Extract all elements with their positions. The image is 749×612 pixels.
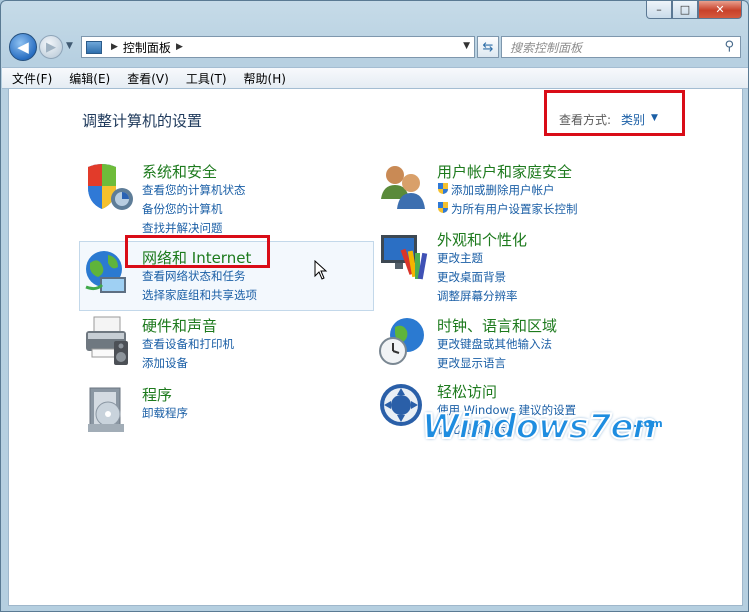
mouse-cursor-icon [314, 260, 328, 280]
category-title[interactable]: 轻松访问 [437, 381, 497, 402]
refresh-button[interactable]: ⇆ [477, 36, 499, 58]
printer-icon[interactable] [82, 315, 134, 367]
menu-edit[interactable]: 编辑(E) [69, 70, 110, 87]
view-by-label: 查看方式: [559, 113, 612, 127]
menu-help[interactable]: 帮助(H) [244, 70, 286, 87]
category-appearance: 外观和个性化 更改主题 更改桌面背景 调整屏幕分辨率 [377, 229, 677, 304]
navigation-bar: ◀ ▶ ▼ ▶ 控制面板 ▶ ▼ ⇆ 搜索控制面板 ⚲ [9, 33, 742, 61]
address-dropdown-icon[interactable]: ▼ [463, 41, 470, 51]
network-title-highlight [125, 235, 270, 268]
category-system-security: 系统和安全 查看您的计算机状态 备份您的计算机 查找并解决问题 [82, 161, 342, 236]
control-panel-window: – □ ✕ ◀ ▶ ▼ ▶ 控制面板 ▶ ▼ ⇆ 搜索控制面板 ⚲ 文件(F) … [0, 0, 749, 612]
users-icon[interactable] [377, 161, 429, 213]
category-link[interactable]: 卸载程序 [142, 405, 188, 421]
clock-globe-icon[interactable] [377, 315, 429, 367]
category-clock-language-region: 时钟、语言和区域 更改键盘或其他输入法 更改显示语言 [377, 315, 677, 370]
category-user-accounts: 用户帐户和家庭安全 添加或删除用户帐户 为所有用户设置家长控制 [377, 161, 677, 221]
address-bar[interactable]: ▶ 控制面板 ▶ ▼ [81, 36, 475, 58]
category-title[interactable]: 用户帐户和家庭安全 [437, 161, 572, 182]
category-title[interactable]: 硬件和声音 [142, 315, 217, 336]
caption-buttons: – □ ✕ [646, 1, 742, 19]
category-link[interactable]: 为所有用户设置家长控制 [451, 201, 578, 217]
uac-shield-icon [438, 202, 448, 213]
breadcrumb-control-panel[interactable]: 控制面板 [123, 39, 171, 56]
content-area: 调整计算机的设置 查看方式: 类别 ▼ 系统和安全 查看您的计算机状态 备份您的… [8, 89, 743, 606]
forward-button[interactable]: ▶ [39, 35, 63, 59]
category-programs: 程序 卸载程序 [82, 384, 342, 434]
close-button[interactable]: ✕ [698, 1, 742, 19]
search-input[interactable]: 搜索控制面板 ⚲ [501, 36, 741, 58]
control-panel-icon [86, 40, 102, 54]
menu-bar: 文件(F) 编辑(E) 查看(V) 工具(T) 帮助(H) [2, 67, 748, 89]
menu-view[interactable]: 查看(V) [127, 70, 169, 87]
menu-file[interactable]: 文件(F) [12, 70, 52, 87]
shield-icon[interactable] [82, 161, 134, 213]
monitor-palette-icon[interactable] [377, 229, 429, 281]
watermark-logo: Windows7en [421, 406, 658, 448]
category-link[interactable]: 查看您的计算机状态 [142, 182, 246, 198]
category-link[interactable]: 添加或删除用户帐户 [451, 182, 555, 198]
breadcrumb-chevron-icon[interactable]: ▶ [176, 42, 183, 52]
category-link[interactable]: 查看设备和打印机 [142, 336, 234, 352]
menu-tools[interactable]: 工具(T) [186, 70, 227, 87]
category-link[interactable]: 更改主题 [437, 250, 483, 266]
uac-shield-icon [438, 183, 448, 194]
category-hardware-sound: 硬件和声音 查看设备和打印机 添加设备 [82, 315, 342, 370]
recent-pages-dropdown[interactable]: ▼ [66, 41, 73, 51]
chevron-down-icon[interactable]: ▼ [651, 113, 658, 123]
page-title: 调整计算机的设置 [82, 112, 203, 130]
watermark-suffix: .com [633, 417, 663, 430]
search-icon[interactable]: ⚲ [724, 39, 734, 54]
minimize-button[interactable]: – [646, 1, 672, 19]
search-placeholder: 搜索控制面板 [510, 40, 583, 55]
category-link[interactable]: 选择家庭组和共享选项 [142, 287, 257, 303]
category-link[interactable]: 调整屏幕分辨率 [437, 288, 518, 304]
category-link[interactable]: 查看网络状态和任务 [142, 268, 246, 284]
view-by-dropdown[interactable]: 类别 [621, 111, 645, 128]
category-link[interactable]: 添加设备 [142, 355, 188, 371]
category-link[interactable]: 备份您的计算机 [142, 201, 223, 217]
programs-icon[interactable] [82, 384, 134, 436]
category-link[interactable]: 查找并解决问题 [142, 220, 223, 236]
category-link[interactable]: 更改显示语言 [437, 355, 506, 371]
category-link[interactable]: 更改桌面背景 [437, 269, 506, 285]
maximize-button[interactable]: □ [672, 1, 698, 19]
category-title[interactable]: 时钟、语言和区域 [437, 315, 557, 336]
category-title[interactable]: 外观和个性化 [437, 229, 527, 250]
breadcrumb-chevron-icon[interactable]: ▶ [111, 42, 118, 52]
back-button[interactable]: ◀ [9, 33, 37, 61]
category-title[interactable]: 系统和安全 [142, 161, 217, 182]
category-title[interactable]: 程序 [142, 384, 172, 405]
category-link[interactable]: 更改键盘或其他输入法 [437, 336, 552, 352]
